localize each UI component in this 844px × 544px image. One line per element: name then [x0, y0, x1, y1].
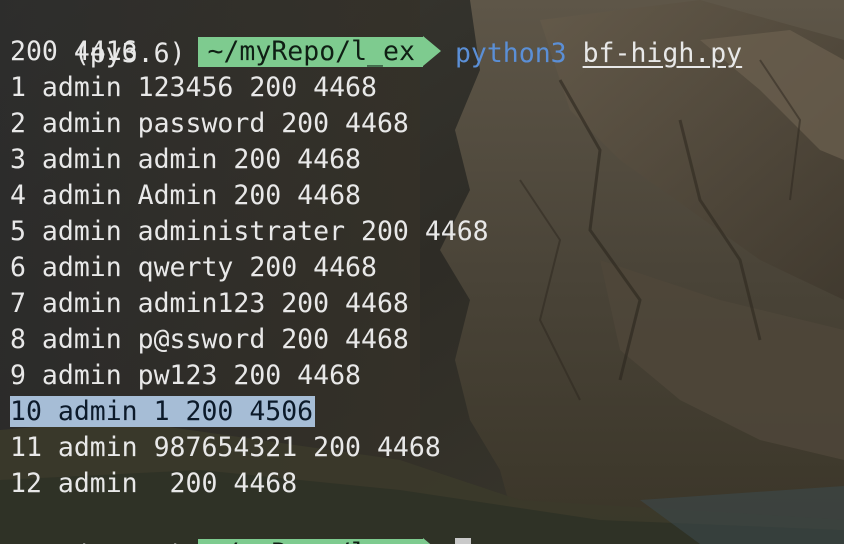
output-line: 200 4416	[10, 36, 138, 67]
output-line-selected[interactable]: 10 admin 1 200 4506	[10, 394, 316, 430]
output-line: 4 admin Admin 200 4468	[10, 180, 361, 211]
output-line: 3 admin admin 200 4468	[10, 144, 361, 175]
prompt-line: (py3.6) ~/myRepo/l_ex python3 bf-high.py	[10, 0, 742, 69]
current-directory: ~/myRepo/l_ex	[197, 37, 423, 67]
virtualenv-label: (py3.6)	[74, 540, 186, 544]
selected-text[interactable]: 10 admin 1 200 4506	[10, 396, 316, 427]
output-line: 11 admin 987654321 200 4468	[10, 432, 441, 463]
terminal-window[interactable]: (py3.6) ~/myRepo/l_ex python3 bf-high.py 2…	[0, 0, 844, 544]
output-line: 6 admin qwerty 200 4468	[10, 252, 377, 283]
output-line: 1 admin 123456 200 4468	[10, 72, 377, 103]
command-program: python3	[454, 38, 567, 69]
output-line: 8 admin p@ssword 200 4468	[10, 324, 409, 355]
output-line: 7 admin admin123 200 4468	[10, 288, 409, 319]
current-directory: ~/myRepo/l_ex	[197, 539, 423, 544]
command-script[interactable]: bf-high.py	[583, 38, 743, 69]
output-line: 9 admin pw123 200 4468	[10, 360, 361, 391]
output-line: 2 admin password 200 4468	[10, 108, 409, 139]
prompt-arrow-icon	[422, 36, 441, 66]
output-line: 12 admin 200 4468	[10, 468, 298, 499]
prompt-arrow-icon	[422, 538, 441, 544]
text-cursor[interactable]	[454, 538, 471, 544]
prompt-line[interactable]: (py3.6) ~/myRepo/l_ex	[10, 502, 471, 544]
output-line: 5 admin administrater 200 4468	[10, 216, 489, 247]
